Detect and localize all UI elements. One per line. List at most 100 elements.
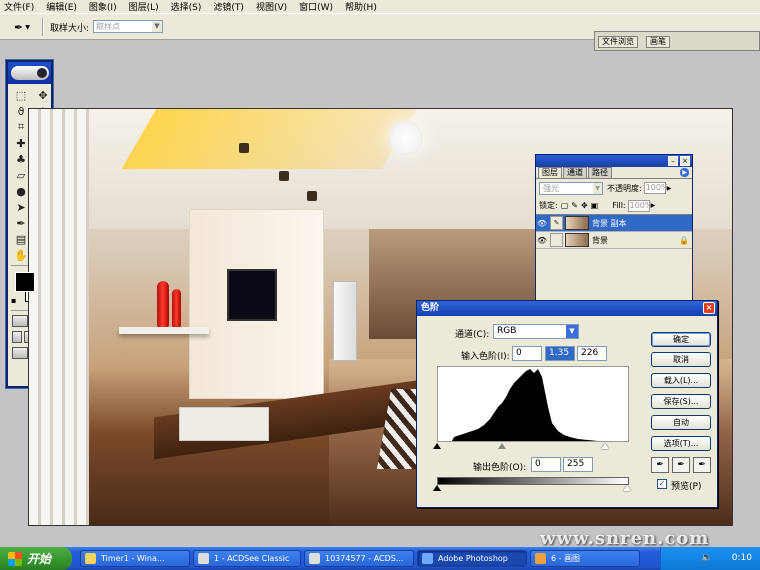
menu-view[interactable]: 视图(V) (256, 0, 287, 13)
eye-icon[interactable]: 👁 (536, 236, 548, 245)
chevron-down-icon: ▼ (566, 325, 578, 338)
lock-image-icon[interactable]: ✎ (571, 201, 578, 210)
dialog-titlebar[interactable]: 色阶 × (417, 301, 717, 316)
input-white-field[interactable]: 226 (577, 346, 607, 361)
preview-checkbox[interactable]: ✓ (657, 479, 667, 489)
close-icon[interactable]: × (703, 302, 715, 314)
sample-size-select[interactable]: 取样点 ▼ (93, 20, 163, 33)
taskbar-item[interactable]: 1 - ACDSee Classic (193, 550, 301, 567)
spotlight (239, 143, 249, 153)
output-white-slider[interactable] (623, 485, 631, 491)
pendant-lamp (389, 121, 423, 155)
preview-label: 预览(P) (671, 482, 702, 492)
move-tool-icon[interactable]: ✥ (33, 87, 53, 103)
tab-channels[interactable]: 通道 (563, 167, 587, 178)
layers-palette-titlebar[interactable]: – × (536, 155, 692, 167)
screen-mode-standard-icon[interactable] (12, 331, 23, 343)
start-button[interactable]: 开始 (0, 547, 72, 570)
opacity-label: 不透明度: (607, 183, 642, 193)
marquee-tool-icon[interactable]: ⬚ (11, 87, 31, 103)
menu-edit[interactable]: 编辑(E) (46, 0, 77, 13)
menu-file[interactable]: 文件(F) (4, 0, 34, 13)
opacity-field[interactable]: 100% (643, 182, 669, 194)
menu-select[interactable]: 选择(S) (171, 0, 202, 13)
menu-window[interactable]: 窗口(W) (299, 0, 333, 13)
clock[interactable]: 0:10 (732, 547, 752, 570)
layer-row[interactable]: 👁 背景 🔒 (536, 232, 692, 249)
opacity-slider-icon[interactable]: ▶ (667, 185, 672, 192)
tool-preset-picker[interactable]: ✒ ▼ (14, 20, 42, 34)
tab-brushes[interactable]: 画笔 (646, 36, 670, 48)
taskbar-item[interactable]: 10374577 - ACDS... (304, 550, 414, 567)
white-eyedropper-icon[interactable]: ✒ (693, 457, 711, 473)
photoshop-logo-icon[interactable] (11, 66, 49, 80)
menu-bar: 文件(F) 编辑(E) 图象(I) 图层(L) 选择(S) 滤镜(T) 视图(V… (0, 0, 760, 14)
minimize-icon[interactable]: – (668, 156, 678, 166)
start-label: 开始 (27, 552, 52, 566)
taskbar-item[interactable]: Timer1 - Wina... (80, 550, 190, 567)
input-levels-label: 输入色阶(I): (461, 352, 510, 362)
cabinet-drawer (179, 407, 269, 441)
input-black-slider[interactable] (433, 443, 441, 449)
jump-to-imageready-icon[interactable] (12, 347, 29, 359)
taskbar-item-label: 10374577 - ACDS... (325, 554, 404, 563)
eye-icon[interactable]: 👁 (536, 219, 548, 228)
spotlight (279, 171, 289, 181)
output-black-field[interactable]: 0 (531, 457, 561, 472)
chevron-down-icon: ▼ (593, 182, 602, 194)
input-gamma-slider[interactable] (498, 443, 506, 449)
chevron-down-icon: ▼ (152, 21, 162, 32)
menu-image[interactable]: 图象(I) (89, 0, 117, 13)
gray-eyedropper-icon[interactable]: ✒ (672, 457, 690, 473)
layer-name: 背景 (592, 235, 608, 245)
lock-transparency-icon[interactable]: ▢ (561, 201, 569, 210)
input-gamma-field[interactable]: 1.35 (545, 346, 575, 361)
taskbar-item[interactable]: 6 - 画图 (530, 550, 640, 567)
save-button[interactable]: 保存(S)... (651, 394, 711, 409)
taskbar-item[interactable]: Adobe Photoshop (417, 550, 527, 567)
tab-file-browser[interactable]: 文件浏览 (598, 36, 638, 48)
load-button[interactable]: 载入(L)... (651, 373, 711, 388)
input-white-slider[interactable] (601, 443, 609, 449)
red-vase (157, 281, 169, 327)
windows-logo-icon (8, 551, 22, 566)
default-colors-icon[interactable]: ▪ (11, 296, 16, 305)
menu-filter[interactable]: 滤镜(T) (213, 0, 244, 13)
chevron-down-icon: ▼ (25, 23, 30, 31)
toolbox-header[interactable] (8, 62, 51, 84)
brush-link-icon[interactable]: ✎ (550, 216, 563, 230)
blend-mode-select[interactable]: 强光 ▼ (539, 181, 603, 195)
options-button[interactable]: 选项(T)... (651, 436, 711, 451)
lock-all-icon[interactable]: ▣ (591, 201, 599, 210)
spotlight (307, 191, 317, 201)
channel-select[interactable]: RGB ▼ (493, 324, 579, 339)
standard-mode-icon[interactable] (12, 315, 29, 327)
tab-layers[interactable]: 图层 (538, 167, 562, 178)
fill-slider-icon[interactable]: ▶ (651, 202, 656, 209)
layer-thumbnail (565, 216, 589, 230)
channel-value: RGB (497, 326, 517, 336)
input-black-field[interactable]: 0 (512, 346, 542, 361)
taskbar-item-label: 1 - ACDSee Classic (214, 554, 290, 563)
ok-button[interactable]: 确定 (651, 332, 711, 347)
acdsee-icon (309, 553, 320, 564)
auto-button[interactable]: 自动 (651, 415, 711, 430)
brush-link-icon[interactable] (550, 233, 563, 247)
close-icon[interactable]: × (680, 156, 690, 166)
black-eyedropper-icon[interactable]: ✒ (651, 457, 669, 473)
sample-size-value: 取样点 (96, 22, 120, 31)
output-white-field[interactable]: 255 (563, 457, 593, 472)
palette-menu-icon[interactable]: ▶ (680, 168, 689, 177)
menu-layer[interactable]: 图层(L) (129, 0, 159, 13)
speaker-icon[interactable]: 🔈 (701, 547, 712, 570)
cancel-button[interactable]: 取消 (651, 352, 711, 367)
lock-position-icon[interactable]: ✥ (581, 201, 588, 210)
menu-help[interactable]: 帮助(H) (345, 0, 377, 13)
fill-field[interactable]: 100% (627, 199, 653, 212)
output-black-slider[interactable] (433, 485, 441, 491)
tab-paths[interactable]: 路径 (588, 167, 612, 178)
layer-row[interactable]: 👁 ✎ 背景 副本 (536, 215, 692, 232)
options-bar: ✒ ▼ 取样大小: 取样点 ▼ 文件浏览 画笔 (0, 14, 760, 51)
foreground-color-swatch[interactable] (15, 272, 35, 292)
sample-size-label: 取样大小: (50, 24, 90, 34)
